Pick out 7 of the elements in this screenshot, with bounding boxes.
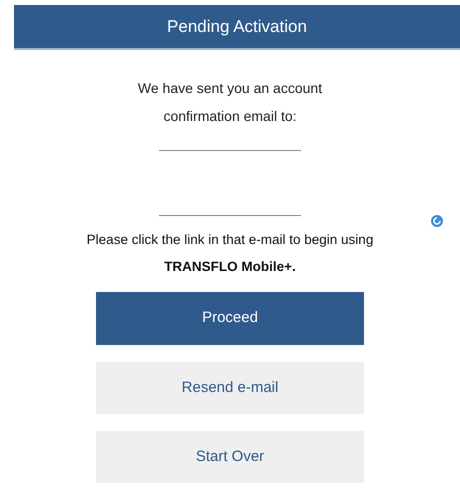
message-text: We have sent you an account confirmation email to: [136, 79, 324, 126]
proceed-button[interactable]: Proceed [96, 292, 364, 345]
header-bar: Pending Activation [14, 5, 460, 50]
instruction-text: Please click the link in that e-mail to begin using TRANSFLO Mobile+. [86, 231, 374, 276]
loading-icon [430, 214, 444, 228]
secondary-button[interactable]: Resend e-mail [96, 362, 364, 414]
secondary-button[interactable]: Start Over [96, 431, 364, 483]
